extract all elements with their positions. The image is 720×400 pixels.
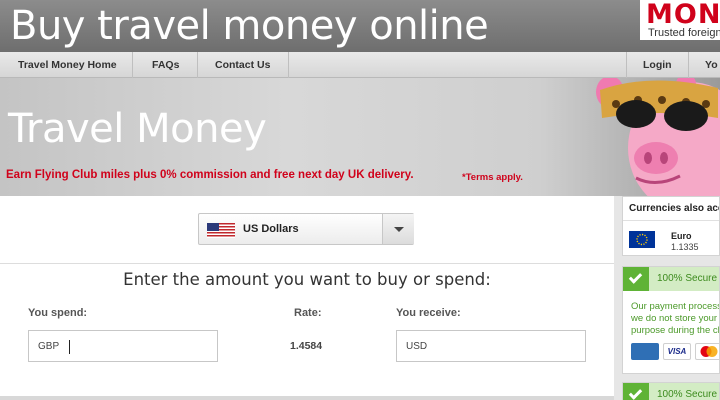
secure-text-line: purpose during the ch [631, 325, 720, 336]
secure-card-2: 100% Secure Pa [622, 382, 720, 400]
nav-divider [288, 52, 289, 78]
banner-title: Travel Money [8, 106, 267, 152]
currencies-card: Currencies also acce Euro 1.1335 [622, 196, 720, 256]
amex-icon [631, 343, 659, 360]
secure-header: 100% Secure P [623, 267, 720, 291]
page-header-title: Buy travel money online [10, 3, 489, 49]
eu-flag-icon [629, 231, 655, 248]
text-cursor [69, 340, 70, 354]
mastercard-icon [695, 343, 719, 360]
nav-divider [197, 52, 198, 78]
right-sidebar: Currencies also acce Euro 1.1335 100% Se… [614, 196, 720, 400]
hero-banner: Travel Money Earn Flying Club miles plus… [0, 78, 720, 196]
currency-select-label: US Dollars [243, 223, 299, 235]
spend-label: You spend: [28, 307, 88, 319]
dropdown-button[interactable] [382, 214, 414, 244]
piggy-bank-illustration [596, 78, 720, 196]
rate-value: 1.4584 [290, 340, 323, 352]
checkmark-icon [623, 383, 649, 400]
section-divider [0, 263, 614, 264]
secure-text-line: we do not store your c [631, 313, 720, 324]
amount-prompt: Enter the amount you want to buy or spen… [123, 270, 491, 289]
main-nav: Travel Money Home FAQs Contact Us Login … [0, 52, 720, 78]
secure-title-2: 100% Secure Pa [657, 389, 719, 400]
us-flag-icon [207, 223, 235, 238]
promo-text: Earn Flying Club miles plus 0% commissio… [6, 169, 414, 181]
secure-text-line: Our payment process [631, 301, 720, 312]
chevron-down-icon [394, 227, 404, 232]
logo-wordmark: MONE [646, 0, 720, 30]
nav-login[interactable]: Login [643, 52, 672, 78]
terms-link[interactable]: *Terms apply. [462, 172, 523, 183]
rate-label: Rate: [294, 307, 322, 319]
secure-title: 100% Secure P [657, 273, 720, 284]
currencies-heading: Currencies also acce [623, 197, 719, 221]
currency-select[interactable]: US Dollars [198, 213, 414, 245]
brand-logo[interactable]: MONE Trusted foreign [640, 0, 720, 40]
panel-footer-strip [0, 396, 614, 400]
logo-tagline: Trusted foreign [648, 27, 720, 39]
secure-header-2: 100% Secure Pa [623, 383, 719, 400]
spend-input[interactable] [28, 330, 218, 362]
nav-faqs[interactable]: FAQs [152, 52, 179, 78]
site-header: Buy travel money online MONE Trusted for… [0, 0, 720, 52]
nav-travel-money-home[interactable]: Travel Money Home [18, 52, 117, 78]
converter-panel: US Dollars Enter the amount you want to … [0, 196, 614, 400]
checkmark-icon [623, 267, 649, 291]
nav-divider [132, 52, 133, 78]
nav-account[interactable]: Yo [705, 52, 718, 78]
nav-divider [626, 52, 627, 78]
receive-label: You receive: [396, 307, 461, 319]
receive-input[interactable] [396, 330, 586, 362]
currency-rate: 1.1335 [671, 242, 699, 252]
secure-card: 100% Secure P Our payment process we do … [622, 266, 720, 374]
nav-contact-us[interactable]: Contact Us [215, 52, 270, 78]
currency-name: Euro [671, 231, 692, 241]
nav-divider [688, 52, 689, 78]
visa-icon: VISA [663, 343, 691, 360]
